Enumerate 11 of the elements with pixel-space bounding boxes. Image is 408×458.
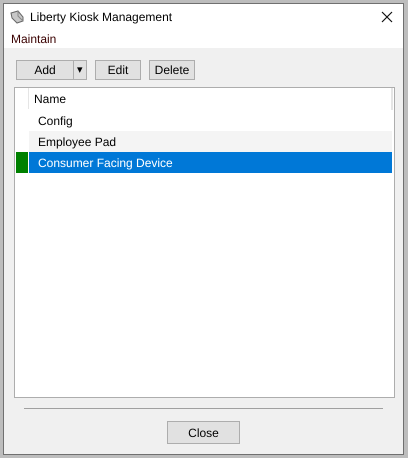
list-row[interactable]: Consumer Facing Device — [29, 152, 392, 173]
edit-button[interactable]: Edit — [95, 60, 141, 80]
list-row[interactable]: Employee Pad — [29, 131, 392, 152]
delete-button[interactable]: Delete — [149, 60, 195, 80]
menu-item[interactable]: Maintain — [11, 30, 56, 48]
close-icon[interactable] — [379, 9, 395, 25]
close-button[interactable]: Close — [167, 421, 240, 444]
kiosk-icon — [9, 9, 25, 25]
add-button[interactable]: Add ▾ — [16, 60, 87, 80]
window-title: Liberty Kiosk Management — [30, 9, 172, 26]
column-header[interactable]: Name — [29, 90, 66, 108]
